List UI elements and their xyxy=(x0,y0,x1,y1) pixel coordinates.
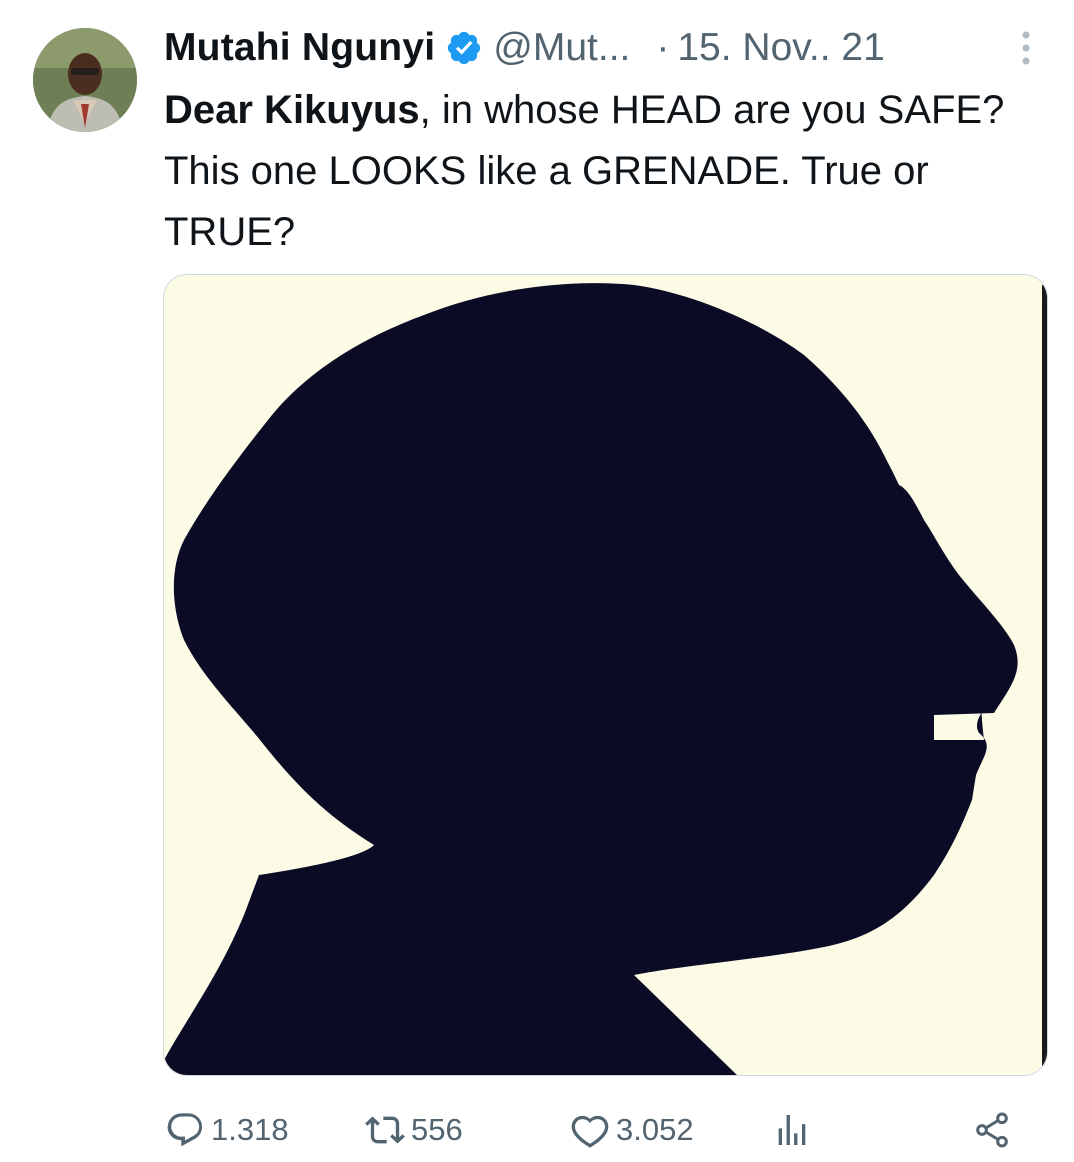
bar-chart-icon xyxy=(772,1110,812,1150)
verified-badge-icon[interactable] xyxy=(445,29,483,67)
heart-icon xyxy=(570,1110,610,1150)
retweet-icon xyxy=(365,1110,405,1150)
views-button[interactable] xyxy=(772,1100,812,1160)
reply-button[interactable]: 1.318 xyxy=(165,1100,289,1160)
tweet-action-bar: 1.318 556 3.052 xyxy=(0,1100,1074,1160)
retweet-button[interactable]: 556 xyxy=(365,1100,463,1160)
separator-dot: · xyxy=(656,26,670,69)
tweet-date[interactable]: 15. Nov.. 21 xyxy=(677,26,884,70)
author-name[interactable]: Mutahi Ngunyi xyxy=(164,26,435,70)
more-vertical-icon[interactable] xyxy=(1016,30,1036,66)
avatar-photo xyxy=(33,28,137,132)
tweet-header: Mutahi Ngunyi @Mut... · 15. Nov.. 21 xyxy=(164,20,1044,76)
reply-bubble-icon xyxy=(165,1110,205,1150)
share-nodes-icon xyxy=(972,1110,1012,1150)
author-avatar[interactable] xyxy=(33,28,137,132)
tweet-media-image[interactable] xyxy=(163,274,1048,1076)
like-count: 3.052 xyxy=(616,1112,694,1147)
share-button[interactable] xyxy=(972,1100,1012,1160)
reply-count: 1.318 xyxy=(211,1112,289,1147)
like-button[interactable]: 3.052 xyxy=(570,1100,694,1160)
author-handle[interactable]: @Mut... xyxy=(493,26,630,70)
tweet-text-bold: Dear Kikuyus xyxy=(164,88,420,132)
retweet-count: 556 xyxy=(411,1112,463,1147)
tweet-text: Dear Kikuyus, in whose HEAD are you SAFE… xyxy=(164,80,1044,263)
head-silhouette-image xyxy=(164,275,1047,1075)
